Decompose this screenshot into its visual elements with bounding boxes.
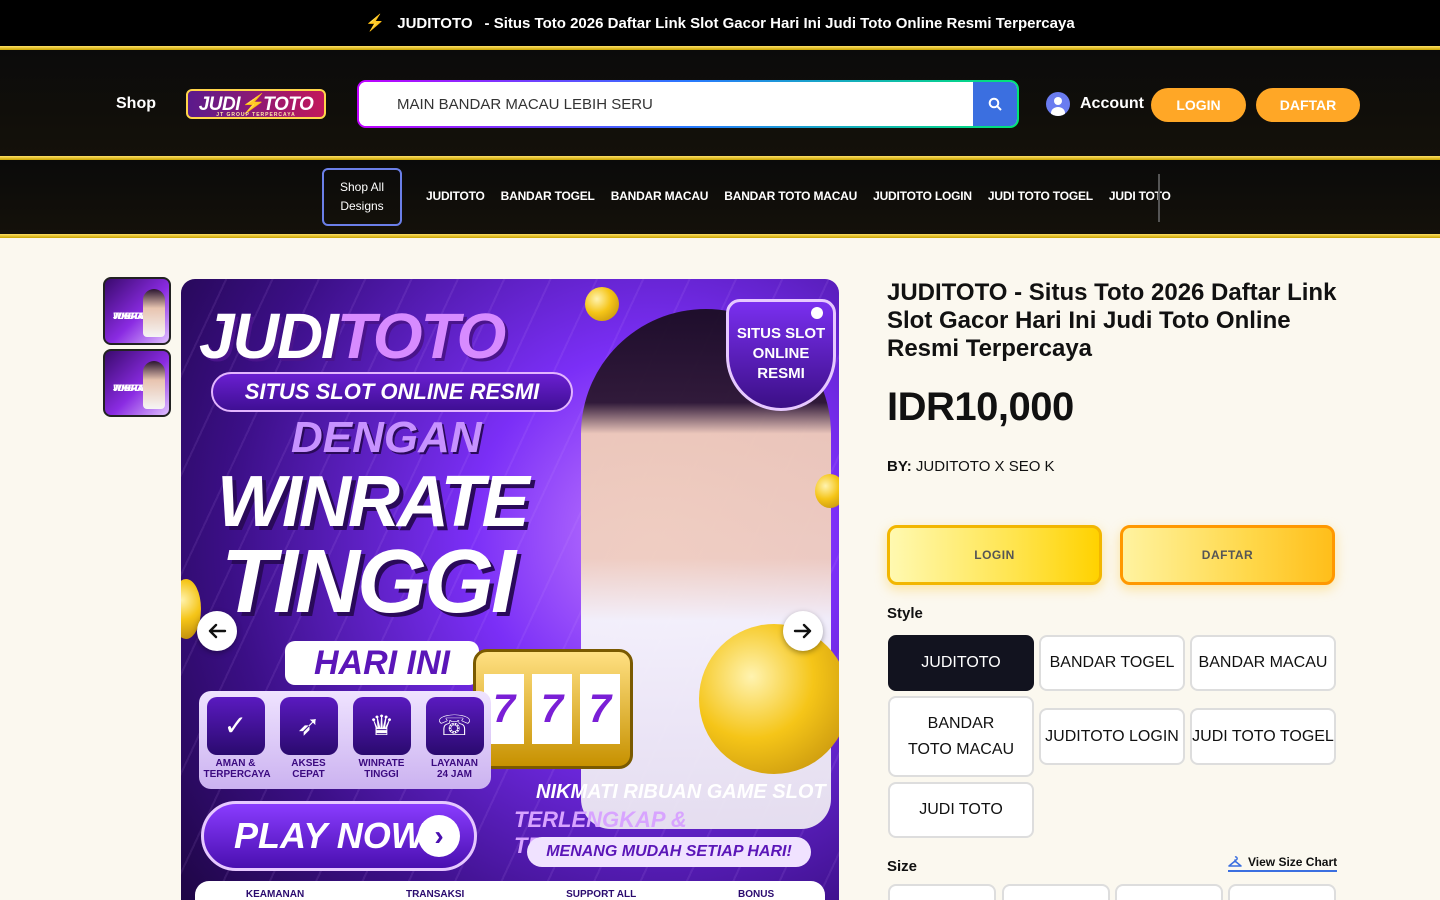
search-button[interactable] xyxy=(973,82,1017,126)
banner-hari-ini: HARI INI xyxy=(285,641,479,685)
shop-all-line1: Shop All xyxy=(339,180,385,194)
header-login-button[interactable]: LOGIN xyxy=(1151,88,1246,122)
nav-link-judi-toto[interactable]: JUDI TOTO xyxy=(1109,189,1171,203)
banner-tinggi: TINGGI xyxy=(221,532,516,632)
shop-link[interactable]: Shop xyxy=(116,95,156,113)
slot-machine: 7 7 7 xyxy=(473,649,633,769)
thumb-figure xyxy=(143,361,165,409)
chevron-right-icon: › xyxy=(418,815,460,857)
by-value: JUDITOTO X SEO K xyxy=(915,458,1055,475)
size-option[interactable] xyxy=(1115,884,1223,900)
search-icon xyxy=(988,97,1002,111)
user-icon xyxy=(1046,92,1070,116)
nav-link-judi-toto-togel[interactable]: JUDI TOTO TOGEL xyxy=(988,189,1093,203)
site-logo[interactable]: JUDI⚡TOTO JT GROUP TERPERCAYA xyxy=(186,89,326,119)
account-label: Account xyxy=(1080,95,1144,112)
by-label: BY: xyxy=(887,458,912,475)
arrow-left-icon xyxy=(208,623,227,639)
feature-akses: ➶ AKSES CEPAT xyxy=(277,697,341,789)
thumb-figure xyxy=(143,289,165,337)
nav-link-bandar-macau[interactable]: BANDAR MACAU xyxy=(611,189,709,203)
style-option-judi-toto-togel[interactable]: JUDI TOTO TOGEL xyxy=(1190,708,1336,765)
size-label: Size xyxy=(887,858,918,875)
login-cta-button[interactable]: LOGIN xyxy=(887,525,1102,585)
account-link[interactable]: Account xyxy=(1046,92,1144,116)
banner-bottom-bar: KEAMANAN TRANSAKSI SUPPORT ALL BONUS xyxy=(195,881,825,900)
feature-layanan: ☏ LAYANAN 24 JAM xyxy=(423,697,487,789)
image-indicator-dot xyxy=(811,307,823,319)
product-main-image: JUDITOTO SITUS SLOT ONLINE RESMI DENGAN … xyxy=(181,279,839,900)
site-header: Shop JUDI⚡TOTO JT GROUP TERPERCAYA Accou… xyxy=(0,50,1440,156)
hanger-icon xyxy=(1228,856,1242,867)
announcement-brand: JUDITOTO xyxy=(397,14,473,32)
rocket-icon: ➶ xyxy=(279,697,338,755)
style-option-judi-toto[interactable]: JUDI TOTO xyxy=(888,782,1034,838)
logo-tagline: JT GROUP TERPERCAYA xyxy=(216,112,296,118)
feature-winrate: ♛ WINRATE TINGGI xyxy=(350,697,414,789)
shield-check-icon: ✓ xyxy=(206,697,265,755)
shop-all-line2: Designs xyxy=(340,199,384,213)
product-thumbnail-2[interactable]: JUDITOTO WINRATE TINGGI xyxy=(103,349,171,417)
feature-box: ✓ AMAN & TERPERCAYA ➶ AKSES CEPAT ♛ WINRAT… xyxy=(199,691,491,789)
product-title: JUDITOTO - Situs Toto 2026 Daftar Link S… xyxy=(887,279,1337,362)
banner-play-now: PLAY NOW › xyxy=(201,801,477,871)
size-option[interactable] xyxy=(1002,884,1110,900)
style-option-bandar-togel[interactable]: BANDAR TOGEL xyxy=(1039,635,1185,691)
banner-ribbon: SITUS SLOT ONLINE RESMI xyxy=(211,372,573,412)
style-option-juditoto[interactable]: JUDITOTO xyxy=(888,635,1034,691)
coin-icon xyxy=(699,624,839,774)
product-thumbnail-1[interactable]: JUDITOTO WINRATE TINGGI xyxy=(103,277,171,345)
nav-link-juditoto-login[interactable]: JUDITOTO LOGIN xyxy=(873,189,972,203)
view-size-chart-link[interactable]: View Size Chart xyxy=(1228,855,1338,872)
carousel-next-button[interactable] xyxy=(783,611,823,651)
shop-all-designs-button[interactable]: Shop All Designs xyxy=(322,168,402,226)
coin-icon xyxy=(585,287,619,321)
product-author: BY: JUDITOTO X SEO K xyxy=(887,458,1055,475)
announcement-text: - Situs Toto 2026 Daftar Link Slot Gacor… xyxy=(484,14,1075,32)
nav-link-juditoto[interactable]: JUDITOTO xyxy=(426,189,485,203)
size-option[interactable] xyxy=(888,884,996,900)
daftar-cta-button[interactable]: DAFTAR xyxy=(1120,525,1335,585)
banner-title: JUDITOTO xyxy=(199,300,506,372)
banner-menang: MENANG MUDAH SETIAP HARI! xyxy=(527,837,811,867)
size-option[interactable] xyxy=(1228,884,1336,900)
product-price: IDR10,000 xyxy=(887,385,1074,429)
nav-divider xyxy=(1158,174,1160,222)
nav-links: JUDITOTO BANDAR TOGEL BANDAR MACAU BANDA… xyxy=(426,189,1171,203)
brand-mini-icon: ⚡ xyxy=(365,15,386,32)
arrow-right-icon xyxy=(793,623,812,639)
style-option-bandar-toto-macau[interactable]: BANDAR TOTO MACAU xyxy=(888,696,1034,777)
trophy-icon: ♛ xyxy=(352,697,411,755)
banner-dengan: DENGAN xyxy=(291,413,482,462)
headset-icon: ☏ xyxy=(425,697,484,755)
size-chart-label: View Size Chart xyxy=(1248,855,1338,869)
announcement-bar: ⚡ JUDITOTO - Situs Toto 2026 Daftar Link… xyxy=(0,0,1440,46)
style-label: Style xyxy=(887,605,923,622)
coin-icon xyxy=(815,474,839,508)
style-option-juditoto-login[interactable]: JUDITOTO LOGIN xyxy=(1039,708,1185,765)
divider xyxy=(0,234,1440,238)
carousel-prev-button[interactable] xyxy=(197,611,237,651)
feature-aman: ✓ AMAN & TERPERCAYA xyxy=(204,697,271,789)
nav-link-bandar-togel[interactable]: BANDAR TOGEL xyxy=(501,189,595,203)
search-bar xyxy=(357,80,1019,128)
nav-link-bandar-toto-macau[interactable]: BANDAR TOTO MACAU xyxy=(724,189,857,203)
header-daftar-button[interactable]: DAFTAR xyxy=(1256,88,1360,122)
main-nav: Shop All Designs JUDITOTO BANDAR TOGEL B… xyxy=(0,160,1440,234)
style-option-bandar-macau[interactable]: BANDAR MACAU xyxy=(1190,635,1336,691)
banner-nikmati: NIKMATI RIBUAN GAME SLOT xyxy=(536,781,826,803)
search-input[interactable] xyxy=(359,82,973,126)
